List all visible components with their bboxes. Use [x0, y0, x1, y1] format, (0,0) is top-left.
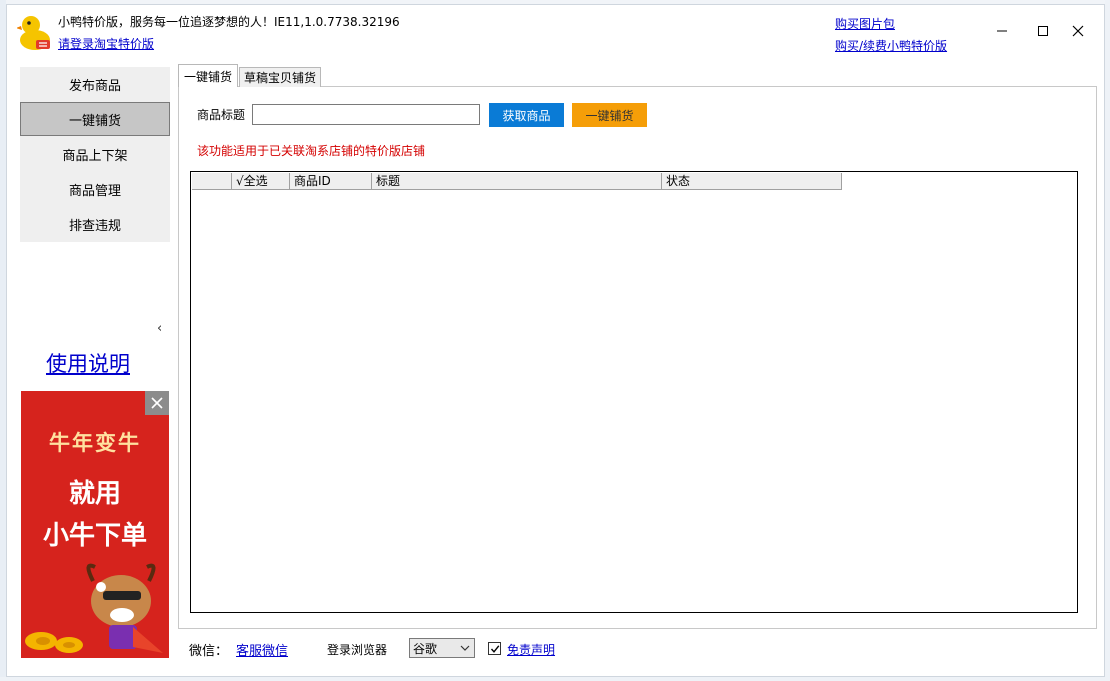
- ox-mascot-icon: [25, 563, 163, 653]
- login-browser-label: 登录浏览器: [327, 643, 388, 657]
- main-window: 小鸭特价版，服务每一位追逐梦想的人！IE11,1.0.7738.32196 请登…: [6, 4, 1105, 677]
- disclaimer-checkbox[interactable]: [488, 642, 501, 655]
- maximize-icon: [1038, 26, 1048, 36]
- feature-note: 该功能适用于已关联淘系店铺的特价版店铺: [197, 144, 426, 158]
- minimize-button[interactable]: [987, 19, 1017, 43]
- column-header-title[interactable]: 标题: [372, 173, 662, 190]
- buy-renew-link[interactable]: 购买/续费小鸭特价版: [835, 37, 947, 54]
- close-icon: [1072, 25, 1084, 37]
- sidebar-item-publish[interactable]: 发布商品: [20, 67, 170, 101]
- window-title: 小鸭特价版，服务每一位追逐梦想的人！IE11,1.0.7738.32196: [58, 15, 400, 29]
- products-table[interactable]: √全选 商品ID 标题 状态: [190, 171, 1078, 613]
- chevron-down-icon: [460, 645, 470, 651]
- minimize-icon: [997, 30, 1007, 32]
- column-header-status[interactable]: 状态: [662, 173, 842, 190]
- login-link[interactable]: 请登录淘宝特价版: [58, 35, 154, 52]
- column-header-product-id[interactable]: 商品ID: [290, 173, 372, 190]
- duck-logo-icon: [17, 16, 50, 50]
- background-app-right: [1105, 0, 1110, 681]
- product-title-label: 商品标题: [197, 108, 246, 122]
- ad-banner[interactable]: 牛年变牛 就用 小牛下单: [21, 391, 169, 658]
- checkmark-icon: [490, 644, 499, 653]
- browser-select[interactable]: 谷歌: [409, 638, 475, 658]
- tab-one-click-stock[interactable]: 一键铺货: [178, 64, 238, 87]
- ad-subline: 就用: [68, 479, 121, 509]
- browser-select-value: 谷歌: [413, 641, 438, 656]
- sidebar-item-listing[interactable]: 商品上下架: [20, 137, 170, 171]
- product-title-input[interactable]: [252, 104, 480, 125]
- buy-image-pack-link[interactable]: 购买图片包: [835, 15, 895, 32]
- service-wechat-link[interactable]: 客服微信: [236, 640, 288, 659]
- sidebar: 发布商品 一键铺货 商品上下架 商品管理 排查违规: [20, 67, 170, 242]
- column-header-index: [192, 173, 232, 190]
- help-link[interactable]: 使用说明: [46, 348, 130, 378]
- fetch-products-button[interactable]: 获取商品: [489, 103, 564, 127]
- column-header-select-all[interactable]: √全选: [232, 173, 290, 190]
- sidebar-item-product-manage[interactable]: 商品管理: [20, 172, 170, 206]
- wechat-label: 微信：: [189, 644, 229, 659]
- maximize-button[interactable]: [1028, 19, 1058, 43]
- sidebar-item-one-click-stock[interactable]: 一键铺货: [20, 102, 170, 136]
- close-button[interactable]: [1063, 19, 1093, 43]
- disclaimer-link[interactable]: 免责声明: [507, 641, 555, 658]
- ad-headline: 牛年变牛: [49, 431, 141, 455]
- sidebar-item-violations[interactable]: 排查违规: [20, 207, 170, 241]
- tab-draft-stock[interactable]: 草稿宝贝铺货: [239, 67, 321, 87]
- background-app-bottom: [0, 677, 1110, 681]
- one-click-stock-button[interactable]: 一键铺货: [572, 103, 647, 127]
- collapse-sidebar-icon[interactable]: ‹: [157, 321, 162, 336]
- ad-close-button[interactable]: [145, 391, 169, 415]
- close-icon: [151, 397, 163, 409]
- table-header: √全选 商品ID 标题 状态: [192, 173, 842, 190]
